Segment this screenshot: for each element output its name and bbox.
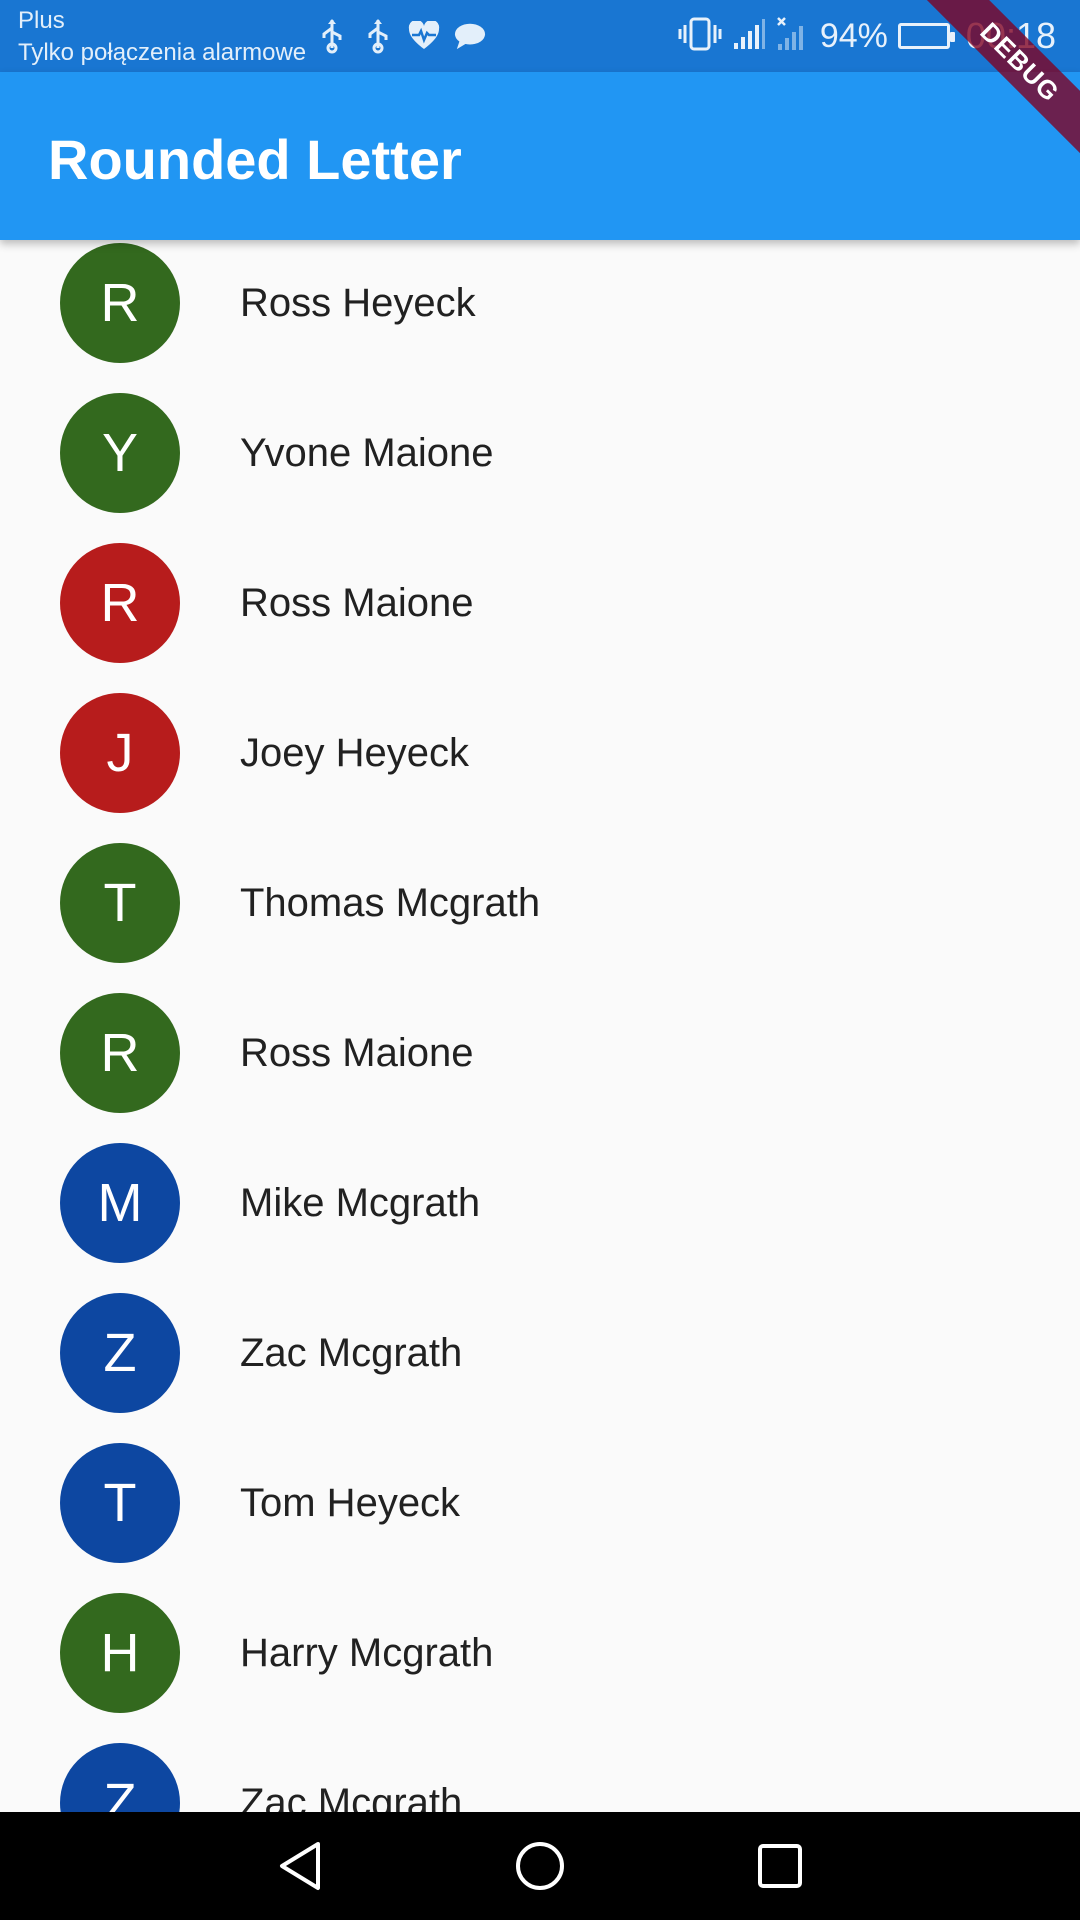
avatar: M: [60, 1143, 180, 1263]
contact-name: Thomas Mcgrath: [240, 881, 541, 925]
avatar: H: [60, 1593, 180, 1713]
page-title: Rounded Letter: [48, 128, 462, 191]
contact-name: Yvone Maione: [240, 431, 494, 475]
contact-name: Ross Maione: [240, 581, 474, 625]
avatar-letter: H: [100, 1623, 140, 1683]
battery-icon: [897, 23, 955, 49]
avatar: J: [60, 693, 180, 813]
list-item[interactable]: Z Zac Mcgrath: [0, 1743, 1080, 1812]
avatar-letter: R: [100, 273, 140, 333]
list-item[interactable]: T Thomas Mcgrath: [0, 843, 1080, 993]
notification-icons: [316, 16, 486, 56]
contact-name: Tom Heyeck: [240, 1481, 461, 1525]
list-item[interactable]: R Ross Heyeck: [0, 243, 1080, 393]
home-icon[interactable]: [510, 1836, 570, 1896]
contact-name: Joey Heyeck: [240, 731, 469, 775]
heart-pulse-icon: [408, 18, 440, 54]
chat-bubble-icon: [454, 18, 486, 54]
contact-name: Ross Heyeck: [240, 281, 476, 325]
app-bar: Rounded Letter: [0, 72, 1080, 240]
avatar: T: [60, 843, 180, 963]
list-item[interactable]: T Tom Heyeck: [0, 1443, 1080, 1593]
avatar-letter: R: [100, 1023, 140, 1083]
avatar: Z: [60, 1293, 180, 1413]
list-item[interactable]: H Harry Mcgrath: [0, 1593, 1080, 1743]
avatar: R: [60, 993, 180, 1113]
contact-name: Harry Mcgrath: [240, 1631, 494, 1675]
carrier-status: Tylko połączenia alarmowe: [18, 39, 307, 66]
avatar-letter: M: [97, 1173, 143, 1233]
contact-name: Mike Mcgrath: [240, 1181, 481, 1225]
vibrate-icon: [678, 16, 722, 57]
avatar: Y: [60, 393, 180, 513]
avatar: R: [60, 243, 180, 363]
contact-list[interactable]: R Ross Heyeck Y Yvone Maione R Ross Maione J Jo…: [0, 240, 1080, 1812]
signal-icon: [732, 17, 766, 56]
avatar-letter: T: [103, 873, 137, 933]
signal-no-service-icon: [776, 16, 810, 57]
navigation-bar: [0, 1812, 1080, 1920]
avatar: R: [60, 543, 180, 663]
avatar-letter: J: [106, 723, 134, 783]
list-item[interactable]: R Ross Maione: [0, 543, 1080, 693]
avatar-letter: R: [100, 573, 140, 633]
recents-icon[interactable]: [750, 1836, 810, 1896]
status-bar: Plus Tylko połączenia alarmowe 94% 00:18: [0, 0, 1080, 72]
contact-name: Zac Mcgrath: [240, 1331, 463, 1375]
list-item[interactable]: M Mike Mcgrath: [0, 1143, 1080, 1293]
list-item[interactable]: Z Zac Mcgrath: [0, 1293, 1080, 1443]
list-item[interactable]: Y Yvone Maione: [0, 393, 1080, 543]
avatar-letter: T: [103, 1473, 137, 1533]
usb-icon: [362, 18, 394, 54]
back-icon[interactable]: [270, 1836, 330, 1896]
avatar: T: [60, 1443, 180, 1563]
avatar: Z: [60, 1743, 180, 1812]
carrier-name: Plus: [18, 7, 65, 34]
contact-name: Zac Mcgrath: [240, 1781, 463, 1812]
avatar-letter: Z: [103, 1773, 137, 1812]
usb-icon: [316, 18, 348, 54]
avatar-letter: Y: [101, 423, 139, 483]
avatar-letter: Z: [103, 1323, 137, 1383]
contact-name: Ross Maione: [240, 1031, 474, 1075]
battery-percent: 94%: [819, 16, 888, 55]
list-item[interactable]: R Ross Maione: [0, 993, 1080, 1143]
list-item[interactable]: J Joey Heyeck: [0, 693, 1080, 843]
